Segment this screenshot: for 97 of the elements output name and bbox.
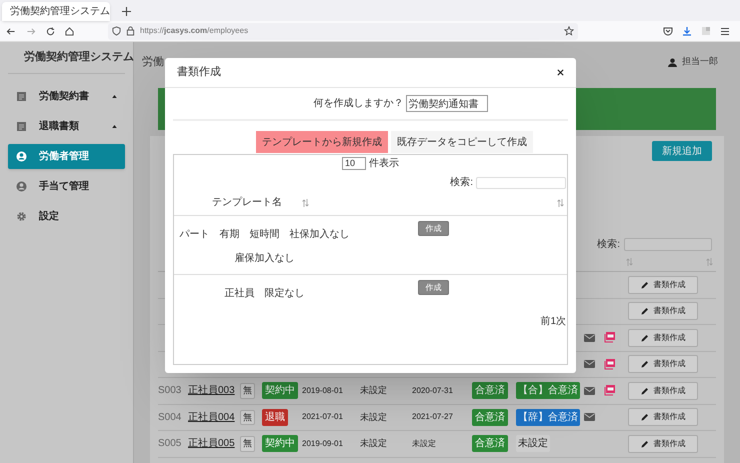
create-document-button[interactable]: 書類作成 [628, 434, 698, 453]
insurance-tag: 無 [240, 410, 255, 425]
app-title: 労働契約管理システム [24, 50, 134, 66]
back-icon[interactable] [6, 26, 16, 36]
mode-tab[interactable]: 既存データをコピーして作成 [391, 131, 533, 153]
mode-tab[interactable]: テンプレートから新規作成 [256, 131, 388, 153]
pencil-icon [640, 334, 648, 342]
insurance-tag: 無 [240, 436, 255, 452]
download-icon[interactable] [682, 26, 692, 36]
document-type-field[interactable]: 労働契約通知書 [406, 95, 488, 112]
start-date: 2019-08-01 [302, 384, 343, 397]
create-document-button[interactable]: 書類作成 [628, 328, 698, 347]
mail-icon[interactable] [584, 360, 595, 368]
settings-icon [16, 211, 27, 222]
pencil-icon [640, 386, 648, 395]
end-date: 2021-07-27 [412, 411, 453, 424]
status-badge: 契約中 [262, 435, 298, 452]
consent-badge: 合意済 [472, 382, 508, 400]
pdf-icon[interactable] [604, 385, 615, 396]
consent-badge: 合意済 [472, 435, 508, 452]
page-size-label: 件表示 [369, 156, 399, 171]
lock-icon [126, 26, 135, 36]
user-name: 担当一郎 [682, 55, 718, 68]
sidebar-item[interactable]: 労働契約書 [8, 84, 125, 109]
star-icon[interactable] [564, 26, 574, 36]
url-text: https://jcasys.com/employees [140, 25, 250, 37]
create-button[interactable]: 作成 [418, 221, 449, 236]
new-tab-icon[interactable] [122, 7, 131, 16]
pocket-icon[interactable] [663, 26, 673, 36]
search-label: 検索: [597, 238, 620, 252]
pdf-icon[interactable] [604, 358, 615, 370]
employee-id: S004 [158, 410, 182, 425]
address-bar[interactable]: https://jcasys.com/employees [108, 22, 578, 40]
tab-title: 労働契約管理システム [10, 6, 110, 16]
template-name: 正社員 限定なし [224, 288, 304, 299]
create-document-button[interactable]: 書類作成 [628, 355, 698, 374]
pencil-icon [640, 307, 648, 316]
page-title: 労働 [142, 54, 164, 70]
end-date: 未設定 [412, 438, 436, 450]
pencil-icon [640, 360, 648, 368]
agreement-badge[interactable]: 【合】合意済 [516, 382, 580, 400]
question-text: 何を作成しますか？ [314, 96, 404, 111]
agreement-badge[interactable]: 未設定 [516, 435, 550, 452]
create-document-button[interactable]: 書類作成 [628, 276, 698, 294]
sidebar-item[interactable]: 労働者管理 [8, 144, 125, 169]
browser-tab[interactable]: 労働契約管理システム [2, 2, 110, 21]
page-size-field[interactable]: 10 [342, 157, 366, 170]
insurance-tag: 無 [240, 383, 255, 398]
agreement-badge[interactable]: 【辞】合意済 [516, 408, 580, 426]
sidebar-item[interactable]: 退職書類 [8, 114, 125, 139]
start-date: 2021-07-01 [302, 411, 343, 424]
sidebar-item[interactable]: 設定 [8, 204, 125, 229]
employee-id: S005 [158, 437, 182, 452]
create-button[interactable]: 作成 [418, 280, 449, 295]
close-icon[interactable] [557, 69, 564, 76]
home-icon[interactable] [65, 26, 74, 36]
employee-link[interactable]: 正社員005 [188, 436, 235, 452]
end-date: 2020-07-31 [412, 384, 453, 397]
pencil-icon [640, 440, 648, 448]
sort-icon[interactable] [302, 198, 309, 206]
pdf-icon[interactable] [604, 332, 615, 344]
sort-icon[interactable] [557, 198, 564, 206]
create-document-button[interactable]: 書類作成 [628, 382, 698, 400]
start-date: 2019-09-01 [302, 438, 343, 450]
employee-link[interactable]: 正社員003 [188, 383, 235, 398]
next-page-link[interactable]: 次 [556, 314, 566, 329]
dialog-title: 書類作成 [177, 65, 222, 80]
pencil-icon [640, 280, 648, 289]
status-badge: 契約中 [262, 382, 298, 400]
date-text: 未設定 [360, 384, 387, 397]
date-text: 未設定 [360, 437, 387, 450]
mail-icon[interactable] [584, 386, 595, 395]
create-document-button[interactable]: 書類作成 [628, 408, 698, 426]
employee-id: S003 [158, 384, 182, 398]
page-number-link[interactable]: 1 [550, 314, 556, 329]
search-field[interactable] [624, 238, 712, 251]
user-icon [16, 181, 27, 192]
reload-icon[interactable] [46, 26, 55, 36]
shield-icon [112, 26, 121, 36]
search-label: 検索: [450, 176, 473, 190]
pencil-icon [640, 413, 648, 422]
sidebar-item[interactable]: 手当て管理 [8, 174, 125, 199]
consent-badge: 合意済 [472, 408, 508, 426]
status-badge: 退職 [262, 408, 288, 426]
document-icon [16, 91, 27, 102]
template-name: パート 有期 短時間 社保加入なし雇保加入なし [180, 229, 350, 264]
employee-link[interactable]: 正社員004 [188, 410, 235, 425]
previous-page-link[interactable]: 前 [540, 314, 550, 329]
date-text: 未設定 [360, 410, 387, 424]
document-icon [16, 121, 27, 132]
mail-icon[interactable] [584, 334, 595, 342]
column-header[interactable]: テンプレート名 [212, 195, 282, 210]
mail-icon[interactable] [584, 413, 595, 422]
user-icon [16, 151, 27, 162]
user-icon[interactable] [668, 58, 677, 66]
menu-icon[interactable] [720, 26, 730, 36]
create-document-button[interactable]: 書類作成 [628, 302, 698, 320]
